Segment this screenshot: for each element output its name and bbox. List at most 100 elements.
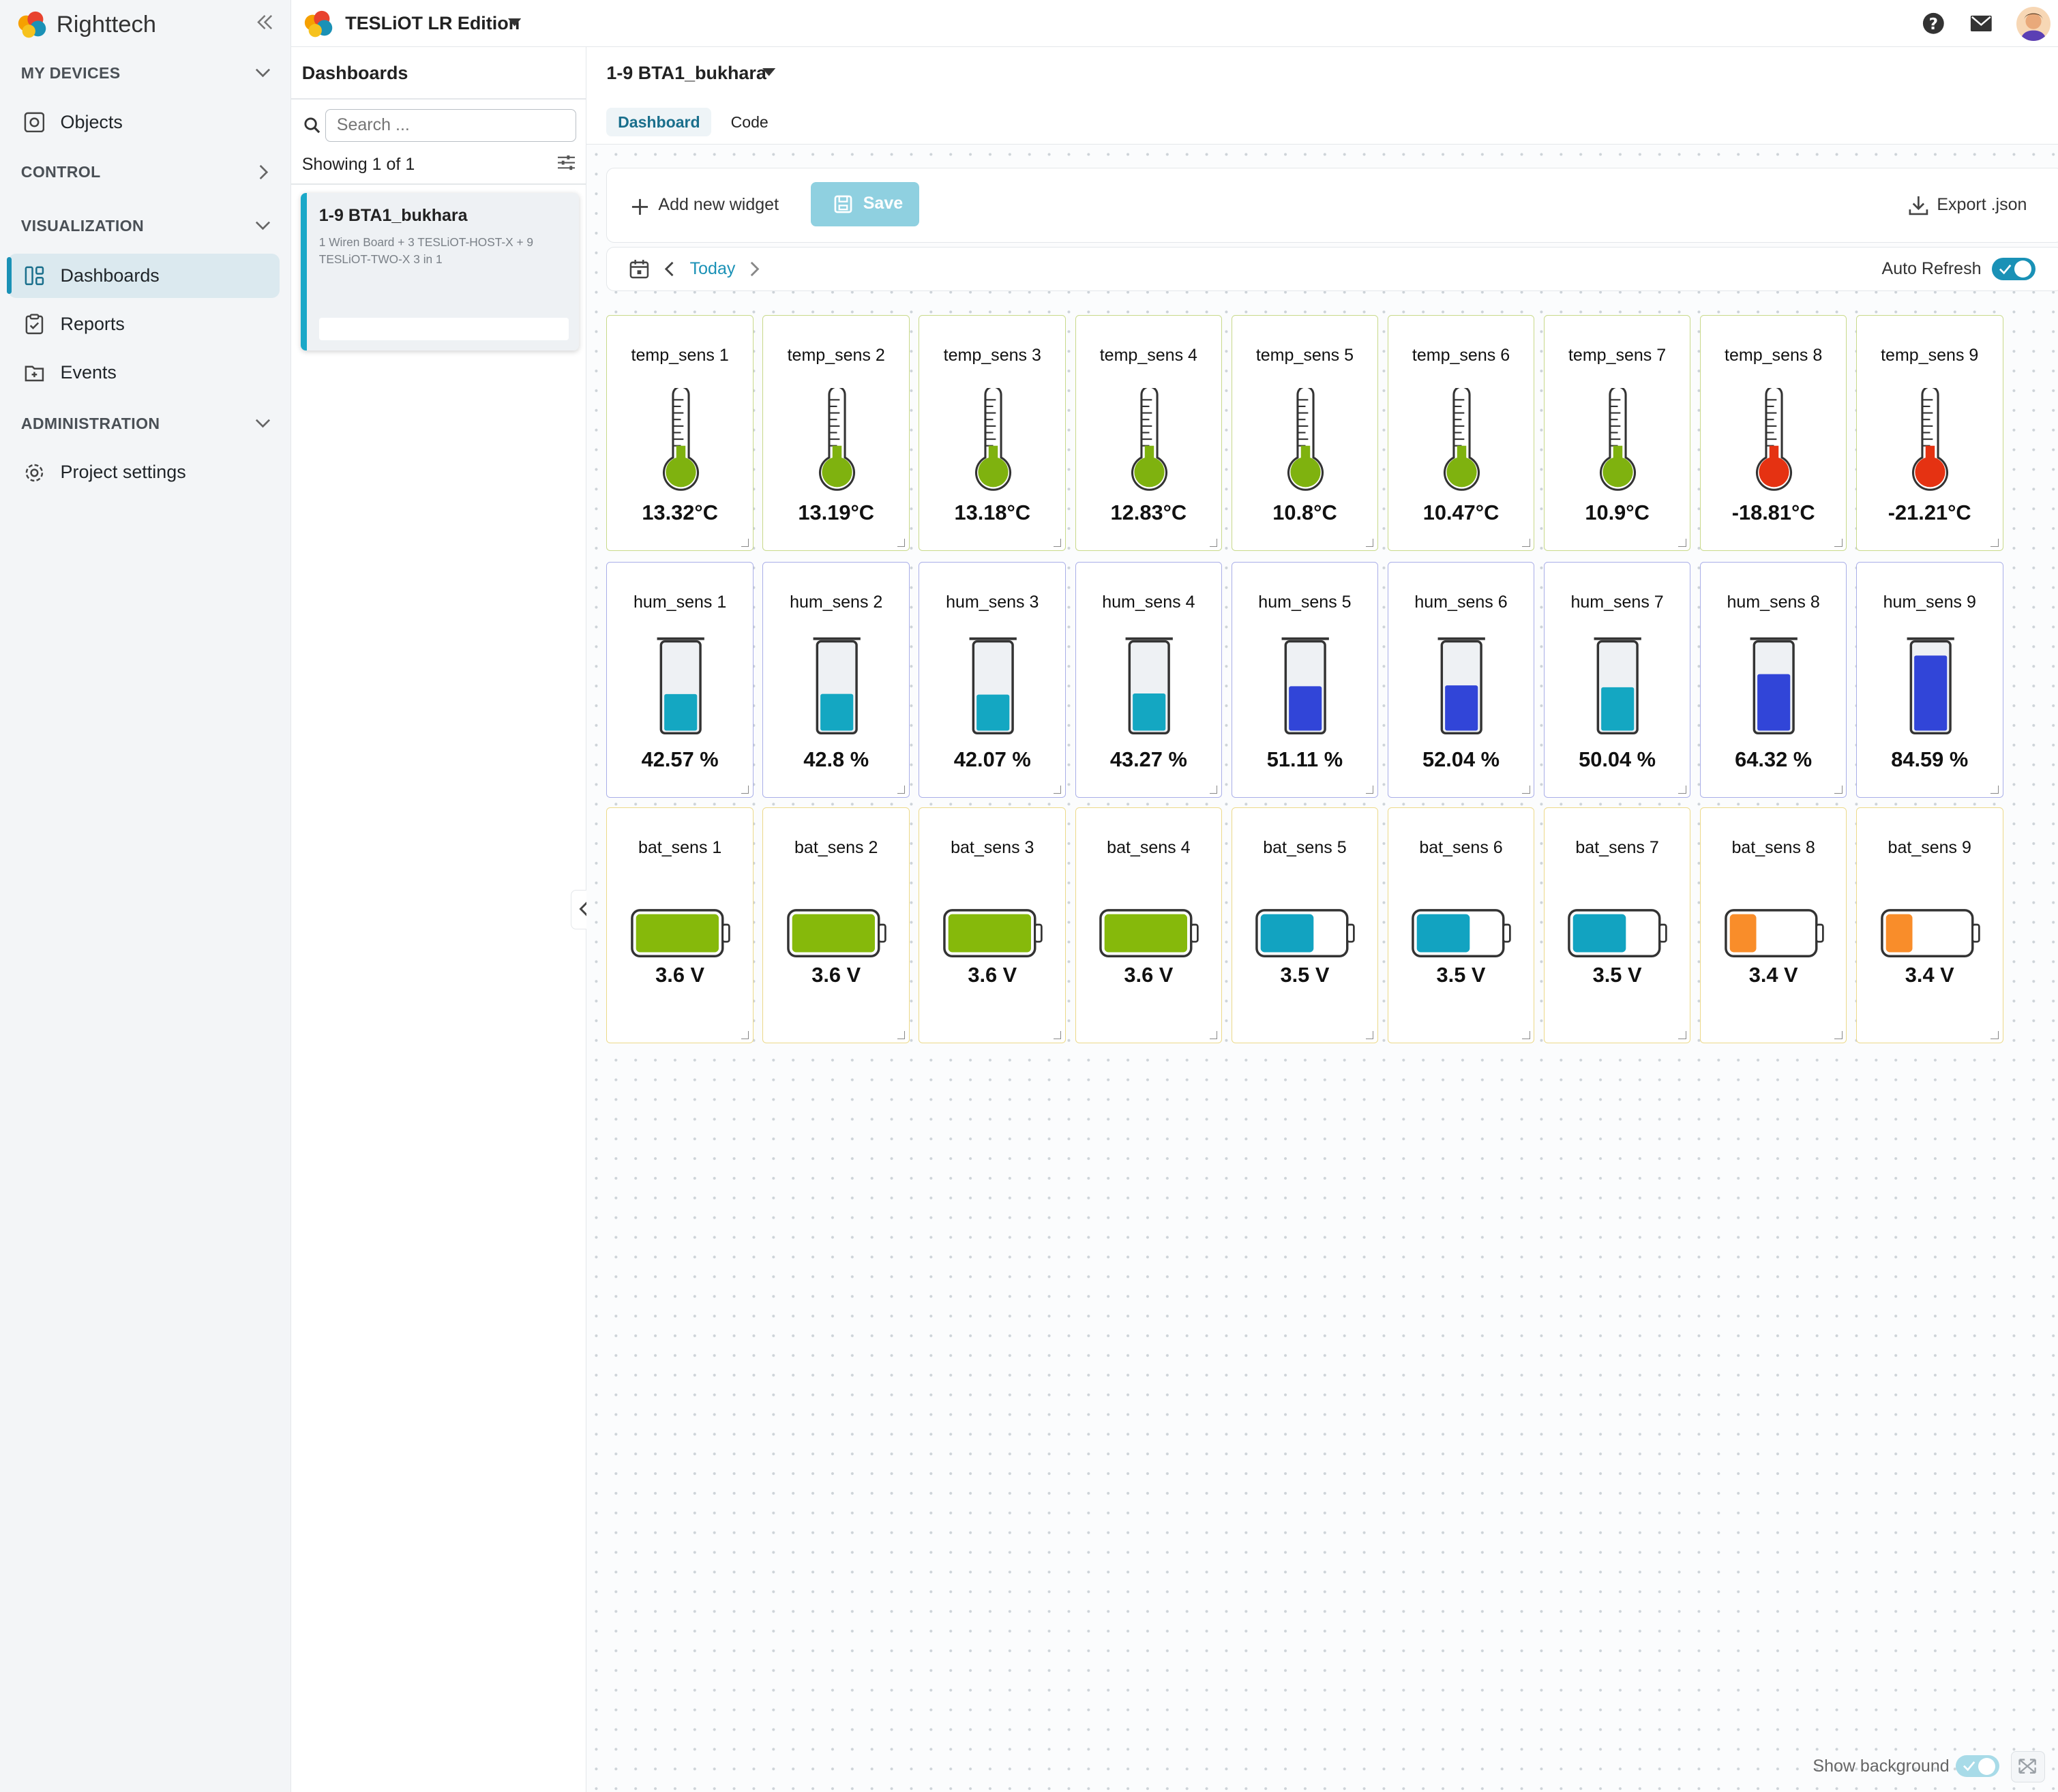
gear-icon <box>25 464 43 481</box>
section-visualization[interactable]: VISUALIZATION <box>21 217 144 235</box>
fullscreen-button[interactable] <box>2011 1750 2046 1783</box>
filter-settings-icon[interactable] <box>558 155 576 170</box>
resize-handle[interactable] <box>1053 1031 1062 1039</box>
resize-handle[interactable] <box>741 786 749 794</box>
resize-handle[interactable] <box>1522 786 1530 794</box>
chevron-right-icon[interactable] <box>254 163 272 181</box>
temperature-widget[interactable]: temp_sens 8 -18.81°C <box>1699 314 1847 552</box>
humidity-widget[interactable]: hum_sens 7 50.04 % <box>1543 561 1691 798</box>
show-background-toggle[interactable] <box>1956 1754 1999 1778</box>
chevron-right-icon[interactable] <box>747 260 760 278</box>
date-today[interactable]: Today <box>690 259 736 279</box>
temperature-widget[interactable]: temp_sens 9 -21.21°C <box>1855 314 2003 552</box>
humidity-widget[interactable]: hum_sens 1 42.57 % <box>606 561 754 798</box>
chevron-left-icon[interactable] <box>663 260 676 278</box>
resize-handle[interactable] <box>1053 539 1062 547</box>
sidebar-item-label: Events <box>60 362 117 383</box>
resize-handle[interactable] <box>1209 786 1218 794</box>
battery-widget[interactable]: bat_sens 4 3.6 V <box>1075 807 1223 1044</box>
temperature-widget[interactable]: temp_sens 3 13.18°C <box>919 314 1067 552</box>
humidity-widget[interactable]: hum_sens 5 51.11 % <box>1231 561 1379 798</box>
help-icon[interactable]: ? <box>1922 12 1945 35</box>
add-widget-button[interactable]: Add new widget <box>658 195 779 215</box>
caret-down-icon[interactable] <box>762 68 776 77</box>
plus-icon[interactable] <box>631 198 649 216</box>
chevron-down-icon[interactable] <box>254 217 272 235</box>
resize-handle[interactable] <box>1834 786 1843 794</box>
humidity-value: 42.07 % <box>953 747 1031 772</box>
sidebar-item-objects[interactable]: Objects <box>8 100 280 144</box>
collapse-sidebar-icon[interactable] <box>257 14 273 30</box>
resize-handle[interactable] <box>1209 1031 1218 1039</box>
caret-down-icon[interactable] <box>507 18 522 27</box>
humidity-tube-icon <box>1437 637 1486 734</box>
main-area: 1-9 BTA1_bukhara Dashboard Code Add new … <box>586 47 2058 1792</box>
tab-code[interactable]: Code <box>718 108 781 136</box>
chevron-down-icon[interactable] <box>254 415 272 433</box>
resize-handle[interactable] <box>1990 786 1999 794</box>
resize-handle[interactable] <box>1522 539 1530 547</box>
resize-handle[interactable] <box>1053 786 1062 794</box>
resize-handle[interactable] <box>1365 786 1374 794</box>
resize-handle[interactable] <box>1834 539 1843 547</box>
resize-handle[interactable] <box>741 1031 749 1039</box>
resize-handle[interactable] <box>1365 539 1374 547</box>
resize-handle[interactable] <box>897 539 906 547</box>
temperature-widget[interactable]: temp_sens 5 10.8°C <box>1231 314 1379 552</box>
resize-handle[interactable] <box>1365 1031 1374 1039</box>
battery-icon <box>631 909 730 958</box>
humidity-widget[interactable]: hum_sens 8 64.32 % <box>1699 561 1847 798</box>
humidity-widget[interactable]: hum_sens 2 42.8 % <box>762 561 910 798</box>
section-my-devices[interactable]: MY DEVICES <box>21 64 121 83</box>
temperature-widget[interactable]: temp_sens 1 13.32°C <box>606 314 754 552</box>
temperature-widget[interactable]: temp_sens 2 13.19°C <box>762 314 910 552</box>
project-selector[interactable]: TESLiOT LR Edition <box>345 13 520 34</box>
tab-dashboard[interactable]: Dashboard <box>606 107 712 137</box>
widget-title: temp_sens 1 <box>631 346 729 365</box>
battery-widget[interactable]: bat_sens 9 3.4 V <box>1855 807 2003 1044</box>
save-button[interactable]: Save <box>810 181 920 227</box>
resize-handle[interactable] <box>1678 786 1686 794</box>
humidity-widget[interactable]: hum_sens 3 42.07 % <box>919 561 1067 798</box>
resize-handle[interactable] <box>1678 1031 1686 1039</box>
resize-handle[interactable] <box>741 539 749 547</box>
temperature-value: 13.32°C <box>642 501 718 525</box>
temperature-widget[interactable]: temp_sens 4 12.83°C <box>1075 314 1223 552</box>
humidity-widget[interactable]: hum_sens 4 43.27 % <box>1075 561 1223 798</box>
resize-handle[interactable] <box>1990 1031 1999 1039</box>
battery-widget[interactable]: bat_sens 3 3.6 V <box>919 807 1067 1044</box>
resize-handle[interactable] <box>897 786 906 794</box>
mail-icon[interactable] <box>1969 14 1993 33</box>
download-icon[interactable] <box>1908 195 1929 216</box>
humidity-widget[interactable]: hum_sens 9 84.59 % <box>1855 561 2003 798</box>
resize-handle[interactable] <box>1678 539 1686 547</box>
calendar-icon[interactable] <box>629 259 649 279</box>
battery-widget[interactable]: bat_sens 8 3.4 V <box>1699 807 1847 1044</box>
section-control[interactable]: CONTROL <box>21 163 101 181</box>
battery-widget[interactable]: bat_sens 2 3.6 V <box>762 807 910 1044</box>
sidebar-item-reports[interactable]: Reports <box>8 302 280 346</box>
resize-handle[interactable] <box>1834 1031 1843 1039</box>
resize-handle[interactable] <box>897 1031 906 1039</box>
export-json-button[interactable]: Export .json <box>1937 195 2027 215</box>
temperature-widget[interactable]: temp_sens 6 10.47°C <box>1387 314 1535 552</box>
chevron-down-icon[interactable] <box>254 64 272 83</box>
resize-handle[interactable] <box>1522 1031 1530 1039</box>
resize-handle[interactable] <box>1209 539 1218 547</box>
resize-handle[interactable] <box>1990 539 1999 547</box>
battery-widget[interactable]: bat_sens 5 3.5 V <box>1231 807 1379 1044</box>
sidebar-item-project-settings[interactable]: Project settings <box>8 450 280 494</box>
sidebar-item-dashboards[interactable]: Dashboards <box>6 253 280 298</box>
search-input[interactable] <box>325 108 577 142</box>
battery-widget[interactable]: bat_sens 6 3.5 V <box>1387 807 1535 1044</box>
dashboard-list-item[interactable]: 1-9 BTA1_bukhara 1 Wiren Board + 3 TESLi… <box>300 192 579 350</box>
humidity-widget[interactable]: hum_sens 6 52.04 % <box>1387 561 1535 798</box>
battery-widget[interactable]: bat_sens 7 3.5 V <box>1543 807 1691 1044</box>
auto-refresh-toggle[interactable] <box>1992 258 2035 280</box>
user-avatar[interactable] <box>2016 6 2050 41</box>
battery-widget[interactable]: bat_sens 1 3.6 V <box>606 807 754 1044</box>
sidebar-item-events[interactable]: Events <box>8 350 280 395</box>
section-administration[interactable]: ADMINISTRATION <box>21 415 160 433</box>
dashboard-title[interactable]: 1-9 BTA1_bukhara <box>606 63 766 84</box>
temperature-widget[interactable]: temp_sens 7 10.9°C <box>1543 314 1691 552</box>
